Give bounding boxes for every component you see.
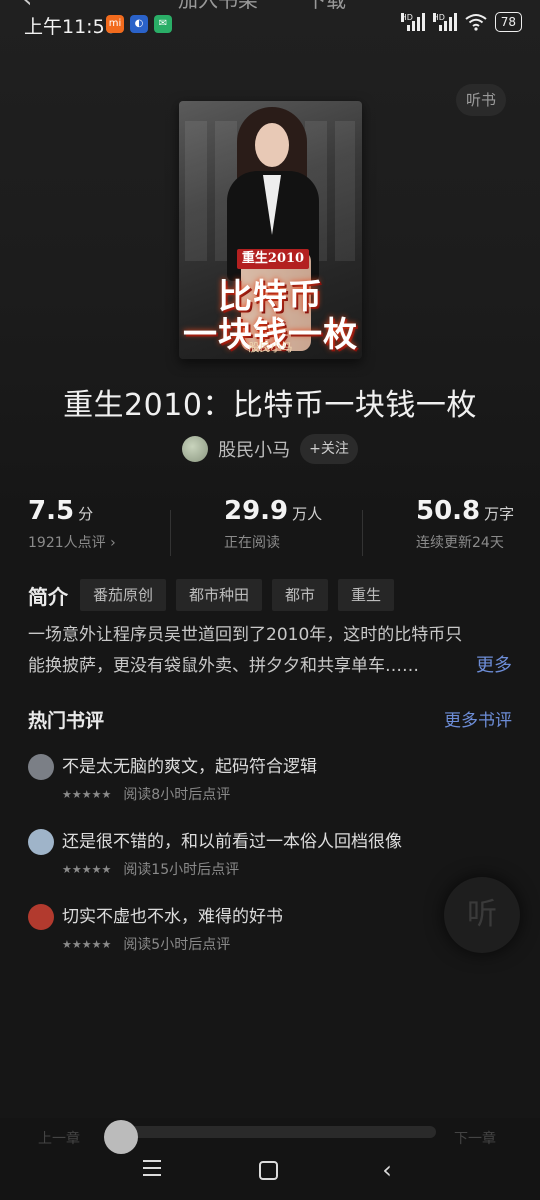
prev-chapter-button[interactable]: 上一章 xyxy=(38,1128,80,1148)
review-time: 阅读5小时后点评 xyxy=(123,937,231,953)
stat-readers: 29.9 万人 正在阅读 xyxy=(224,496,323,551)
follow-button[interactable]: +关注 xyxy=(300,434,358,464)
stat-readers-sub: 正在阅读 xyxy=(224,535,280,551)
star-rating-icon: ★★★★★ xyxy=(62,937,112,951)
reviewer-avatar[interactable] xyxy=(28,904,54,930)
star-rating-icon: ★★★★★ xyxy=(62,787,112,801)
reviewer-avatar[interactable] xyxy=(28,754,54,780)
status-time: 上午11:56 xyxy=(24,16,117,38)
signal-icon-2: HD xyxy=(432,13,457,31)
reviewer-avatar[interactable] xyxy=(28,829,54,855)
description-line-2: 能换披萨，更没有袋鼠外卖、拼夕夕和共享单车…… xyxy=(28,656,419,676)
wechat-icon: ✉ xyxy=(154,15,172,33)
cover-figure-face xyxy=(255,123,289,167)
author-avatar[interactable] xyxy=(182,436,209,462)
home-icon[interactable] xyxy=(253,1155,283,1185)
review-meta: ★★★★★ 阅读15小时后点评 xyxy=(62,859,239,879)
hot-reviews-title: 热门书评 xyxy=(28,710,105,732)
cover-author: 股民小马 xyxy=(248,341,293,354)
battery-icon: 78 xyxy=(494,12,522,32)
star-rating-icon: ★★★★★ xyxy=(62,862,112,876)
stats-row: 7.5 分 1921人点评 › 29.9 万人 正在阅读 50.8 万字 连续更新24… xyxy=(0,496,540,566)
author-row: 股民小马 +关注 xyxy=(0,434,540,464)
book-title: 重生2010：比特币一块钱一枚 xyxy=(63,388,477,423)
review-text: 还是很不错的，和以前看过一本俗人回档很像 xyxy=(62,832,402,852)
menu-icon[interactable] xyxy=(137,1155,167,1185)
tag-4[interactable]: 重生 xyxy=(338,579,395,611)
tag-3[interactable]: 都市 xyxy=(272,579,329,611)
mi-app-icon: mi xyxy=(106,15,124,33)
floating-listen-button[interactable]: 听 xyxy=(444,877,520,953)
author-name[interactable]: 股民小马 xyxy=(218,436,290,462)
next-chapter-button[interactable]: 下一章 xyxy=(454,1128,496,1148)
book-cover[interactable]: 重生2010 比特币 一块钱一枚 股民小马 xyxy=(179,101,362,359)
reading-progress-thumb[interactable] xyxy=(104,1120,138,1154)
signal-icon: HD xyxy=(400,13,425,31)
cover-badge: 重生2010 xyxy=(237,249,309,269)
review-meta: ★★★★★ 阅读8小时后点评 xyxy=(62,784,230,804)
listen-book-button[interactable]: 听书 xyxy=(456,84,506,116)
stat-rating[interactable]: 7.5 分 1921人点评 › xyxy=(28,496,116,552)
back-nav-icon[interactable]: ‹ xyxy=(372,1155,402,1185)
dot-app-icon: ◐ xyxy=(130,15,148,33)
status-right: HD HD 78 xyxy=(400,12,522,32)
tag-2[interactable]: 都市种田 xyxy=(176,579,263,611)
review-time: 阅读8小时后点评 xyxy=(123,787,231,803)
stat-words: 50.8 万字 连续更新24天 xyxy=(416,496,515,551)
more-reviews-link[interactable]: 更多书评 xyxy=(444,706,512,731)
stat-rating-sub[interactable]: 1921人点评 › xyxy=(28,532,116,552)
status-bar: 上午11:56 mi ◐ ✉ HD HD 78 xyxy=(0,0,540,48)
wifi-icon xyxy=(465,14,487,31)
description-line-1: 一场意外让程序员吴世道回到了2010年，这时的比特币只 xyxy=(28,625,463,645)
book-description[interactable]: 一场意外让程序员吴世道回到了2010年，这时的比特币只 能换披萨，更没有袋鼠外卖… xyxy=(28,620,516,682)
stat-words-sub: 连续更新24天 xyxy=(416,535,504,551)
intro-label: 简介 xyxy=(28,584,68,609)
intro-row: 简介 番茄原创 都市种田 都市 重生 xyxy=(28,578,395,612)
review-time: 阅读15小时后点评 xyxy=(123,862,240,878)
tag-1[interactable]: 番茄原创 xyxy=(80,579,167,611)
stats-divider xyxy=(170,510,171,556)
review-text: 切实不虚也不水，难得的好书 xyxy=(62,907,283,927)
expand-description-link[interactable]: 更多 xyxy=(476,651,512,677)
review-text: 不是太无脑的爽文，起码符合逻辑 xyxy=(62,757,317,777)
reading-progress-track[interactable] xyxy=(106,1126,436,1138)
review-meta: ★★★★★ 阅读5小时后点评 xyxy=(62,934,230,954)
stats-divider xyxy=(362,510,363,556)
